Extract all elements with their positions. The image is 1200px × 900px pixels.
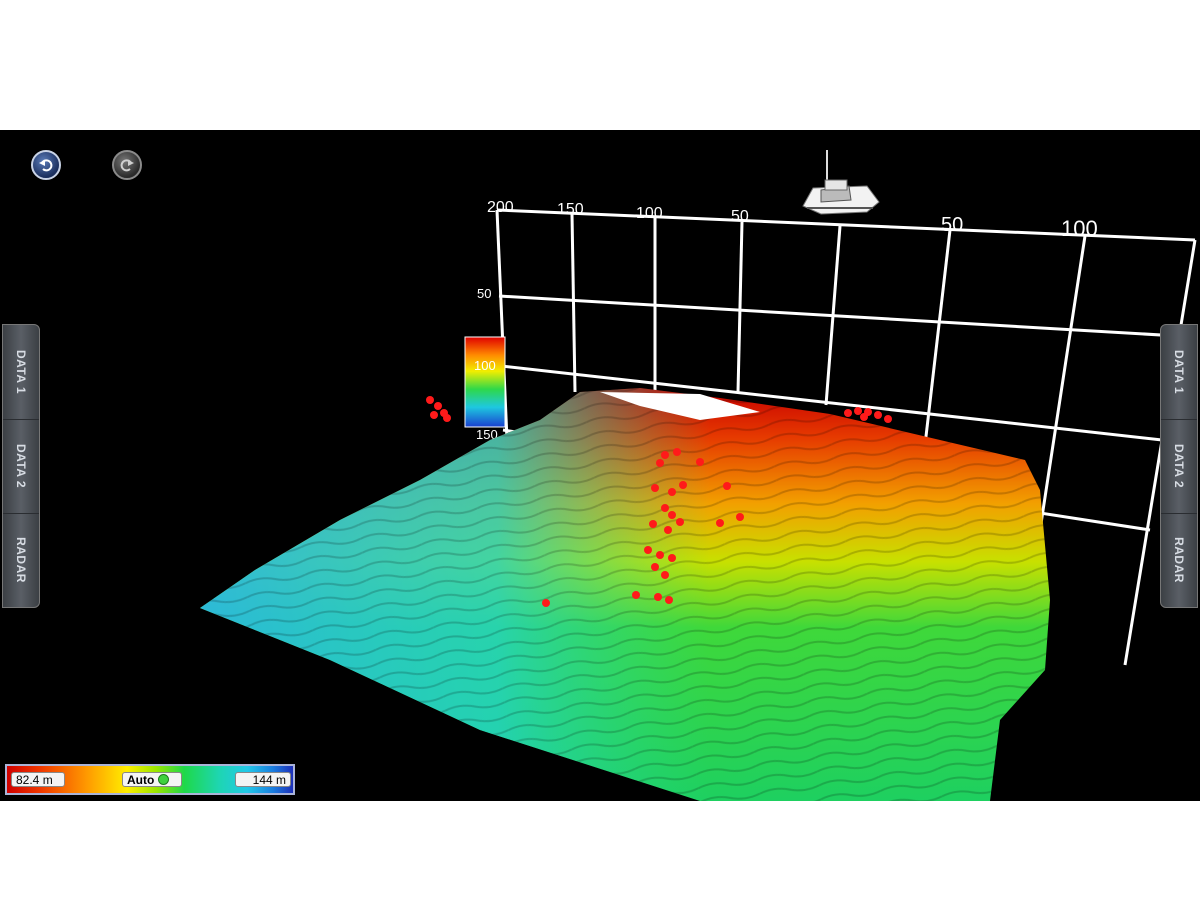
- tab-label: RADAR: [1172, 537, 1186, 583]
- grid-label: 150: [557, 201, 584, 218]
- grid-label: 200: [487, 199, 514, 216]
- tab-label: DATA 1: [14, 349, 29, 395]
- right-data-panel: DATA 1 DATA 2 RADAR: [1160, 324, 1198, 608]
- left-data-panel: DATA 1 DATA 2 RADAR: [2, 324, 40, 608]
- grid-label: 50: [941, 214, 963, 236]
- boat-icon: [802, 150, 880, 215]
- left-tab-data-1[interactable]: DATA 1: [3, 325, 39, 420]
- left-tab-data-2[interactable]: DATA 2: [3, 419, 39, 514]
- depth-scale-label: 100: [474, 358, 496, 373]
- left-tab-radar[interactable]: RADAR: [3, 513, 39, 607]
- grid-label: 50: [477, 286, 491, 301]
- right-tab-data-2[interactable]: DATA 2: [1161, 419, 1197, 514]
- sonar-3d-scene: 200 150 100 50 50 100 50 100 150: [200, 150, 1197, 801]
- deep-depth-label: 144 m: [235, 772, 291, 787]
- tab-label: DATA 2: [14, 443, 29, 489]
- right-tab-radar[interactable]: RADAR: [1161, 513, 1197, 607]
- sonar-3d-view[interactable]: 200 150 100 50 50 100 50 100 150 DATA 1 …: [0, 130, 1200, 801]
- auto-label: Auto: [127, 773, 155, 787]
- tab-label: DATA 2: [1172, 443, 1187, 489]
- grid-label: 100: [1061, 216, 1098, 241]
- bottom-surface: [200, 388, 1050, 801]
- auto-range-toggle[interactable]: Auto: [122, 772, 182, 787]
- tab-label: DATA 1: [1172, 349, 1187, 395]
- depth-range-legend[interactable]: 82.4 m Auto 144 m: [5, 764, 295, 795]
- right-tab-data-1[interactable]: DATA 1: [1161, 325, 1197, 420]
- grid-label: 100: [636, 205, 663, 222]
- grid-label: 50: [731, 208, 749, 225]
- depth-color-scale: [464, 336, 506, 428]
- tab-label: RADAR: [14, 537, 28, 583]
- status-dot-icon: [158, 774, 170, 785]
- shallow-depth-label: 82.4 m: [11, 772, 65, 787]
